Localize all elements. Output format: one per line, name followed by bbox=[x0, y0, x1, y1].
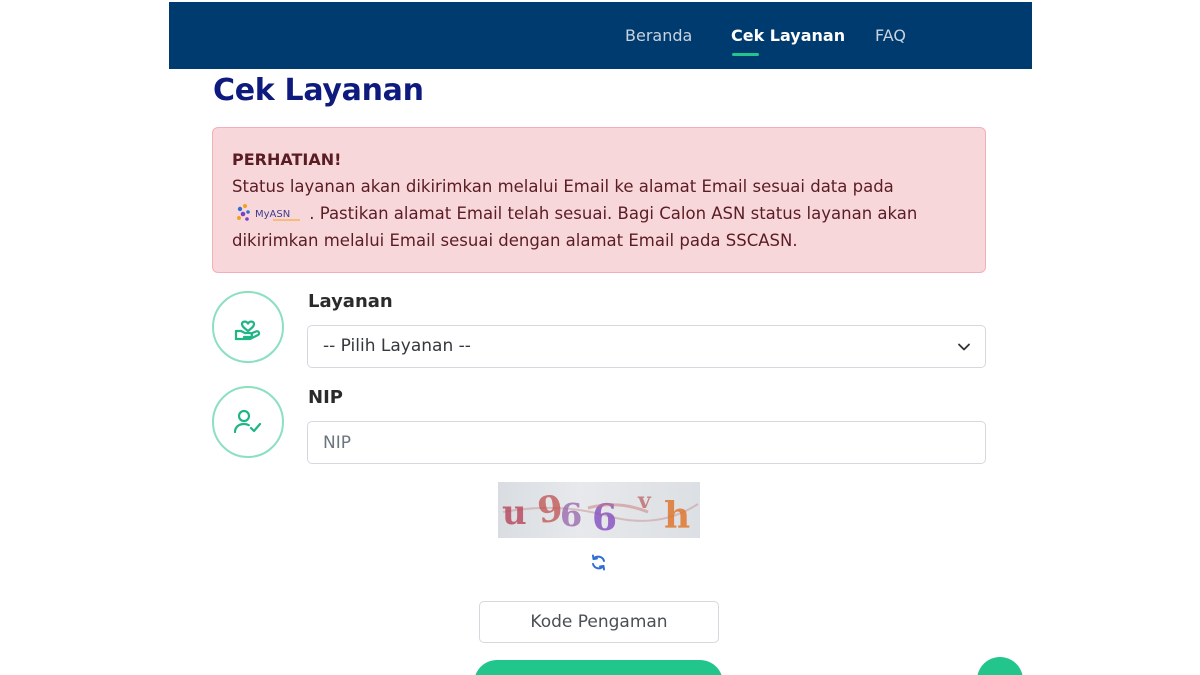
alert-text-part1: Status layanan akan dikirimkan melalui E… bbox=[232, 177, 894, 196]
svg-text:u: u bbox=[502, 493, 527, 533]
svg-text:6: 6 bbox=[592, 497, 617, 538]
layanan-selected-value: -- Pilih Layanan -- bbox=[323, 336, 471, 356]
submit-button[interactable] bbox=[474, 660, 723, 675]
user-check-icon bbox=[233, 409, 262, 434]
nip-input[interactable] bbox=[307, 421, 986, 464]
layanan-icon-circle bbox=[212, 291, 284, 363]
alert-text: Status layanan akan dikirimkan melalui E… bbox=[232, 173, 965, 254]
myasn-logo: MyASN bbox=[236, 203, 304, 223]
nip-label: NIP bbox=[308, 387, 343, 408]
svg-text:6: 6 bbox=[560, 496, 582, 534]
security-code-input[interactable] bbox=[479, 601, 719, 643]
hand-heart-icon bbox=[234, 320, 261, 341]
captcha-image: u 9 6 6 v h bbox=[498, 482, 700, 538]
nip-icon-circle bbox=[212, 386, 284, 458]
nav-cek-layanan[interactable]: Cek Layanan bbox=[731, 26, 845, 45]
nav-beranda[interactable]: Beranda bbox=[625, 26, 692, 45]
scroll-to-top-button[interactable] bbox=[977, 657, 1023, 675]
alert-title: PERHATIAN! bbox=[232, 150, 342, 169]
chevron-down-icon bbox=[958, 343, 970, 351]
nav-faq[interactable]: FAQ bbox=[875, 26, 906, 45]
layanan-label: Layanan bbox=[308, 291, 393, 312]
layanan-select[interactable]: -- Pilih Layanan -- bbox=[307, 325, 986, 368]
nav-active-indicator bbox=[732, 53, 759, 56]
svg-text:MyASN: MyASN bbox=[255, 209, 290, 220]
refresh-icon[interactable] bbox=[590, 554, 607, 571]
page-title: Cek Layanan bbox=[213, 73, 424, 108]
svg-text:h: h bbox=[664, 495, 690, 537]
top-navbar: Beranda Cek Layanan FAQ bbox=[169, 2, 1032, 69]
warning-alert: PERHATIAN! Status layanan akan dikirimka… bbox=[212, 127, 986, 273]
alert-text-part2: . Pastikan alamat Email telah sesuai. Ba… bbox=[232, 204, 918, 250]
